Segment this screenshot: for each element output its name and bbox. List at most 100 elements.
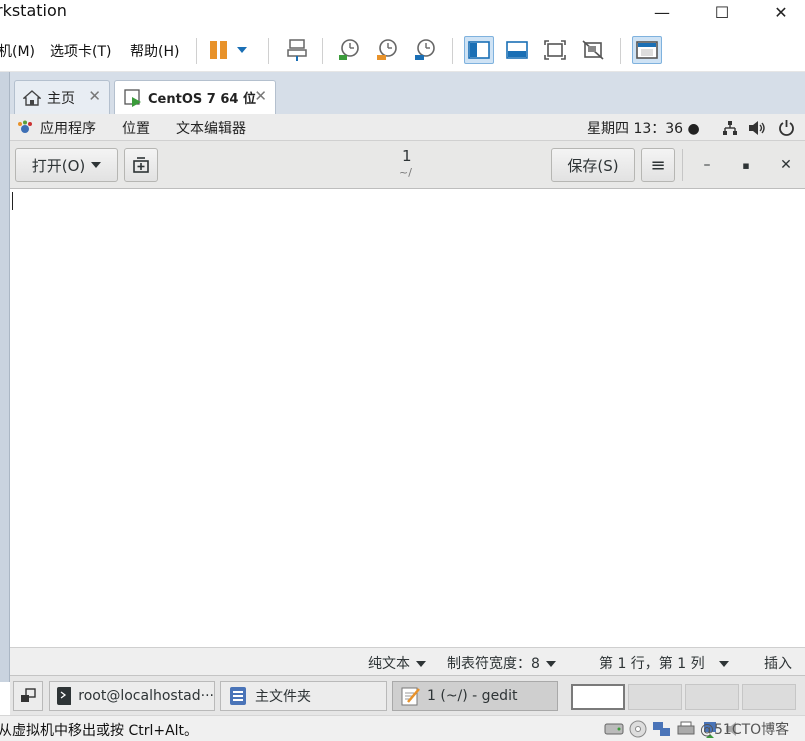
workspace-3[interactable] (685, 684, 739, 710)
new-tab-icon (133, 157, 149, 173)
task-files-label: 主文件夹 (255, 689, 311, 705)
minimize-icon: – (703, 157, 711, 173)
network-wired-icon[interactable] (722, 120, 738, 136)
open-button-label: 打开(O) (31, 156, 86, 175)
document-path: ~/ (399, 166, 412, 179)
gnome-foot-icon (18, 120, 32, 133)
revert-snapshot-button[interactable] (372, 36, 402, 64)
pause-icon (210, 41, 247, 59)
toolbar-divider (268, 38, 269, 64)
fullscreen-button[interactable] (540, 36, 570, 64)
insert-mode-indicator: 插入 (764, 656, 792, 672)
library-collapsed-strip[interactable] (0, 72, 10, 682)
close-icon: ✕ (780, 157, 792, 173)
language-label: 纯文本 (368, 656, 410, 672)
close-button[interactable]: ✕ (775, 155, 797, 175)
window-minimize-button[interactable]: — (638, 0, 686, 24)
thumbnail-view-icon (506, 41, 528, 59)
thumbnail-bar-button[interactable] (502, 36, 532, 64)
toolbar-divider (452, 38, 453, 64)
clock[interactable]: 星期四 13：36 ● (587, 118, 700, 138)
fullscreen-icon (544, 40, 566, 60)
chevron-down-icon (718, 661, 729, 667)
task-gedit[interactable]: 1 (~/) - gedit (392, 681, 558, 711)
toolbar-divider (620, 38, 621, 64)
send-ctrl-alt-del-button[interactable] (282, 36, 312, 64)
workspace-1[interactable] (571, 684, 625, 710)
gedit-status-bar: 纯文本 制表符宽度：8 第 1 行，第 1 列 插入 (10, 647, 805, 675)
task-files[interactable]: 主文件夹 (220, 681, 387, 711)
tab-centos[interactable]: CentOS 7 64 位 ✕ (114, 80, 276, 114)
window-maximize-button[interactable]: ☐ (698, 0, 746, 24)
vmware-tab-bar: 主页 ✕ CentOS 7 64 位 ✕ (10, 72, 805, 114)
show-desktop-button[interactable] (13, 681, 43, 711)
text-editor-icon (401, 687, 420, 706)
window-title: rkstation (0, 1, 67, 20)
library-view-icon (468, 41, 490, 59)
vm-running-icon (124, 88, 141, 107)
gedit-header-bar: 打开(O) 1 ~/ 保存(S) ≡ – ▪ ✕ (10, 141, 805, 189)
tab-home-close-icon[interactable]: ✕ (88, 87, 101, 105)
tab-centos-close-icon[interactable]: ✕ (254, 87, 267, 105)
volume-icon[interactable] (748, 120, 766, 136)
task-terminal-label: root@localhostad··· (78, 688, 214, 704)
menu-tabs[interactable]: 选项卡(T) (50, 41, 111, 61)
snapshot-button[interactable] (334, 36, 364, 64)
unity-button[interactable] (578, 36, 608, 64)
menu-help[interactable]: 帮助(H) (130, 41, 179, 61)
places-menu[interactable]: 位置 (122, 118, 150, 138)
workspace-4[interactable] (742, 684, 796, 710)
chevron-down-icon (91, 162, 102, 168)
menu-vm[interactable]: 机(M) (0, 41, 35, 61)
task-terminal[interactable]: root@localhostad··· (49, 681, 215, 711)
toolbar-divider (196, 38, 197, 64)
gnome-top-bar: 应用程序 位置 文本编辑器 星期四 13：36 ● (10, 114, 805, 141)
tab-width-label: 制表符宽度：8 (447, 656, 540, 672)
hard-disk-icon[interactable] (604, 721, 624, 737)
cd-dvd-icon[interactable] (628, 720, 648, 738)
watermark: @51CTO博客 (700, 722, 790, 738)
hamburger-menu-button[interactable]: ≡ (641, 148, 675, 182)
current-app-menu[interactable]: 文本编辑器 (176, 118, 246, 138)
snapshot-manager-button[interactable] (410, 36, 440, 64)
console-view-icon (636, 41, 658, 59)
pause-button[interactable] (206, 36, 252, 64)
minimize-button[interactable]: – (696, 155, 718, 175)
terminal-icon (57, 687, 72, 705)
chevron-down-icon (545, 661, 556, 667)
document-title: 1 (402, 147, 412, 165)
vmware-menubar: 机(M) 选项卡(T) 帮助(H) (0, 28, 805, 72)
workspace-2[interactable] (628, 684, 682, 710)
cursor-position-selector[interactable]: 第 1 行，第 1 列 (599, 653, 729, 673)
file-manager-icon (230, 687, 246, 705)
new-document-button[interactable] (124, 148, 158, 182)
save-button[interactable]: 保存(S) (551, 148, 635, 182)
task-gedit-label: 1 (~/) - gedit (427, 688, 518, 704)
vmware-title-bar: rkstation — ☐ ✕ (0, 0, 805, 28)
language-selector[interactable]: 纯文本 (368, 653, 426, 673)
snapshot-manager-icon (415, 39, 435, 60)
tab-width-selector[interactable]: 制表符宽度：8 (447, 653, 556, 673)
applications-menu[interactable]: 应用程序 (40, 118, 96, 138)
tab-home[interactable]: 主页 ✕ (14, 80, 110, 114)
tab-home-label: 主页 (47, 90, 75, 107)
text-cursor (12, 192, 13, 210)
open-button[interactable]: 打开(O) (15, 148, 118, 182)
gnome-window-list: root@localhostad··· 主文件夹 1 (~/) - gedit (10, 675, 805, 715)
network-send-icon (287, 39, 307, 61)
printer-icon[interactable] (676, 721, 696, 737)
text-editor-area[interactable] (10, 189, 805, 647)
power-icon[interactable] (778, 119, 795, 136)
vmware-status-bar: 从虚拟机中移出或按 Ctrl+Alt。 @51CTO博客 (0, 715, 805, 741)
window-close-button[interactable]: ✕ (757, 0, 805, 24)
chevron-down-icon (416, 661, 426, 667)
console-view-button[interactable] (632, 36, 662, 64)
show-desktop-icon (21, 688, 36, 702)
revert-snapshot-icon (377, 39, 397, 60)
maximize-button[interactable]: ▪ (735, 155, 757, 175)
network-adapter-icon[interactable] (652, 720, 672, 738)
show-library-button[interactable] (464, 36, 494, 64)
release-hint: 从虚拟机中移出或按 Ctrl+Alt。 (0, 723, 199, 739)
tab-centos-label: CentOS 7 64 位 (148, 92, 256, 107)
home-icon (23, 89, 41, 106)
